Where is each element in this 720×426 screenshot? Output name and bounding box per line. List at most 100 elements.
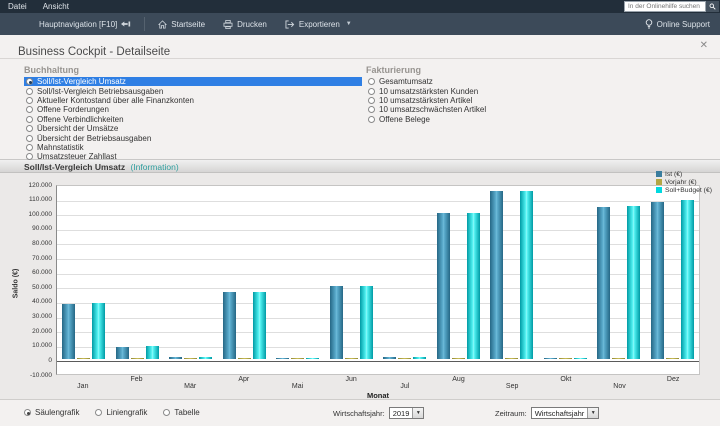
chevron-down-icon[interactable]: ▼ (587, 408, 598, 418)
bar-apr-series-1 (238, 358, 251, 359)
radio-icon (26, 144, 33, 151)
online-support-button[interactable]: Online Support (645, 13, 710, 35)
radio-item[interactable]: Übersicht der Betriebsausgaben (24, 133, 362, 142)
radio-item[interactable]: Offene Forderungen (24, 105, 362, 114)
bar-jun-series-0 (330, 286, 343, 359)
bar-nov-series-2 (627, 206, 640, 360)
chart-section-title: Soll/Ist-Vergleich Umsatz (24, 162, 125, 172)
view-option-label: Liniengrafik (106, 408, 147, 417)
bar-okt-series-0 (544, 358, 557, 359)
chevron-down-icon[interactable]: ▼ (412, 408, 423, 418)
bar-group (62, 303, 105, 359)
radio-icon (26, 78, 33, 85)
search-input[interactable] (624, 1, 706, 12)
wirtschaftsjahr-field: Wirtschaftsjahr: 2019 ▼ (333, 407, 424, 419)
radio-item[interactable]: Mahnstatistik (24, 143, 362, 152)
bar-group (223, 292, 266, 359)
radio-item[interactable]: Soll/Ist-Vergleich Umsatz (24, 77, 362, 86)
search-icon[interactable] (706, 1, 719, 12)
radio-item[interactable]: 10 umsatzstärksten Kunden (366, 86, 586, 95)
bar-group (544, 358, 587, 359)
hauptnavigation-button[interactable]: Hauptnavigation [F10] (30, 13, 140, 35)
view-option-radio[interactable]: Liniengrafik (95, 408, 147, 417)
fakturierung-label: Fakturierung (366, 65, 586, 75)
view-option-radio[interactable]: Säulengrafik (24, 408, 79, 417)
plot-row: Saldo (€) 120.000110.000100.00090.00080.… (0, 185, 700, 375)
radio-item[interactable]: Aktueller Kontostand über alle Finanzkon… (24, 96, 362, 105)
radio-item-label: Übersicht der Betriebsausgaben (37, 134, 151, 143)
pin-icon[interactable] (121, 20, 131, 28)
zeitraum-label: Zeitraum: (495, 409, 527, 418)
radio-item[interactable]: Offene Verbindlichkeiten (24, 115, 362, 124)
y-tick-label: 10.000 (32, 342, 52, 349)
bar-group (116, 346, 159, 359)
chart-section-subtitle[interactable]: (Information) (130, 162, 178, 172)
exportieren-label: Exportieren (299, 20, 340, 29)
export-icon (285, 20, 295, 29)
radio-icon (368, 88, 375, 95)
drucken-button[interactable]: Drucken (214, 13, 276, 35)
zeitraum-field: Zeitraum: Wirtschaftsjahr ▼ (495, 407, 599, 419)
online-support-label: Online Support (657, 20, 710, 29)
zeitraum-select[interactable]: Wirtschaftsjahr ▼ (531, 407, 600, 419)
buchhaltung-list: Soll/Ist-Vergleich UmsatzSoll/Ist-Vergle… (24, 77, 362, 162)
radio-item-label: Übersicht der Umsätze (37, 124, 118, 133)
radio-icon (368, 116, 375, 123)
exportieren-button[interactable]: Exportieren ▼ (276, 13, 361, 35)
bar-sep-series-1 (505, 358, 518, 359)
bar-aug-series-1 (452, 358, 465, 359)
radio-item[interactable]: Übersicht der Umsätze (24, 124, 362, 133)
bar-apr-series-2 (253, 292, 266, 359)
radio-item[interactable]: Offene Belege (366, 115, 586, 124)
chart-region: Ist (€)Vorjahr (€)Soll+Budget (€) Saldo … (0, 173, 720, 399)
radio-icon (26, 125, 33, 132)
menu-ansicht[interactable]: Ansicht (43, 2, 69, 11)
radio-icon (368, 106, 375, 113)
radio-item[interactable]: Gesamtumsatz (366, 77, 586, 86)
zero-axis-line (57, 361, 699, 362)
view-option-label: Tabelle (174, 408, 199, 417)
radio-item-label: 10 umsatzschwächsten Artikel (379, 105, 486, 114)
radio-item[interactable]: 10 umsatzschwächsten Artikel (366, 105, 586, 114)
wirtschaftsjahr-select[interactable]: 2019 ▼ (389, 407, 425, 419)
x-tick-label: Dez (667, 376, 679, 383)
radio-icon (26, 116, 33, 123)
radio-icon (368, 78, 375, 85)
radio-item-label: Soll/Ist-Vergleich Betriebsausgaben (37, 87, 163, 96)
bar-mär-series-2 (199, 357, 212, 359)
lightbulb-icon (645, 19, 653, 29)
menu-datei[interactable]: Datei (8, 2, 27, 11)
wirtschaftsjahr-value: 2019 (390, 409, 413, 418)
bar-mai-series-1 (291, 358, 304, 359)
bar-group (383, 357, 426, 359)
chart-plot-area (56, 185, 700, 375)
legend-item: Soll+Budget (€) (656, 186, 712, 194)
bar-aug-series-0 (437, 213, 450, 359)
y-tick-label: 120.000 (29, 182, 53, 189)
bar-jun-series-2 (360, 286, 373, 360)
bar-feb-series-2 (146, 346, 159, 359)
bar-sep-series-0 (490, 191, 503, 359)
view-option-radio[interactable]: Tabelle (163, 408, 199, 417)
x-axis-labels: JanFebMärAprMaiJunJulAugSepOktNovDez (56, 375, 700, 391)
help-search (624, 1, 719, 12)
fakturierung-section: Fakturierung Gesamtumsatz10 umsatzstärks… (366, 65, 586, 159)
radio-item[interactable]: Soll/Ist-Vergleich Betriebsausgaben (24, 86, 362, 95)
bar-mär-series-1 (184, 358, 197, 359)
y-tick-label: 60.000 (32, 269, 52, 276)
bar-jul-series-1 (398, 358, 411, 359)
radio-icon (163, 409, 170, 416)
radio-icon (26, 106, 33, 113)
radio-icon (368, 97, 375, 104)
radio-item[interactable]: 10 umsatzstärksten Artikel (366, 96, 586, 105)
x-tick-label: Aug (452, 376, 464, 383)
buchhaltung-label: Buchhaltung (24, 65, 362, 75)
radio-item-label: Offene Forderungen (37, 105, 109, 114)
startseite-button[interactable]: Startseite (149, 13, 214, 35)
legend-label: Vorjahr (€) (665, 179, 697, 186)
radio-item-label: Offene Belege (379, 115, 430, 124)
radio-item-label: 10 umsatzstärksten Artikel (379, 96, 472, 105)
bar-jul-series-2 (413, 357, 426, 359)
close-icon[interactable]: ✕ (700, 41, 708, 51)
bars-area (57, 184, 699, 359)
